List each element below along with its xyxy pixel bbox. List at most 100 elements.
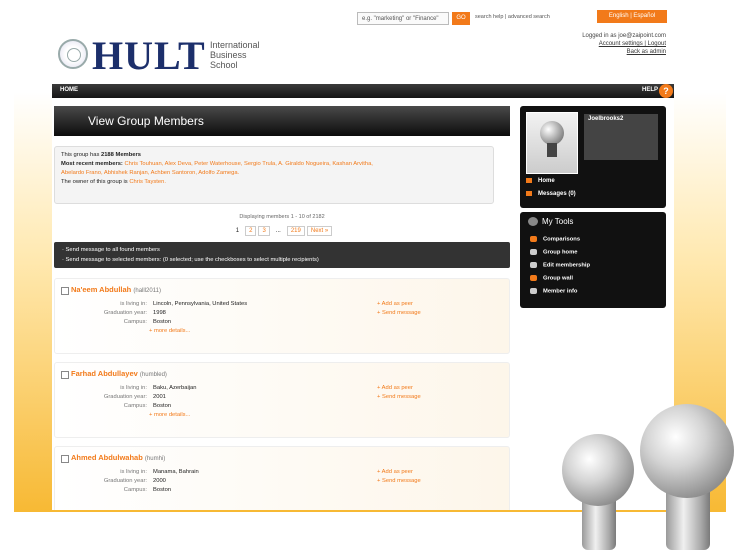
send-message-link[interactable]: + Send message <box>377 394 421 400</box>
page-last[interactable]: 219 <box>286 226 305 236</box>
member-name[interactable]: Farhad Abdullayev (humbled) <box>71 369 167 378</box>
add-peer-link[interactable]: + Add as peer <box>377 469 413 475</box>
label-campus: Campus: <box>123 403 147 409</box>
member-card: Farhad Abdullayev (humbled) is living in… <box>54 362 510 438</box>
member-location: Manama, Bahrain <box>153 469 199 475</box>
page-title: View Group Members <box>88 114 204 128</box>
member-campus: Boston <box>153 403 172 409</box>
lightbulb-small-icon <box>562 434 634 506</box>
tool-member-info[interactable]: Member info <box>530 288 577 295</box>
send-message-link[interactable]: + Send message <box>377 310 421 316</box>
school-seal-icon <box>58 39 88 69</box>
main-content: View Group Members This group has 2188 M… <box>54 106 510 510</box>
label-living: is living in: <box>120 301 147 307</box>
pagination: 1 2 3... 219 Next » <box>54 226 510 236</box>
logo-wordmark[interactable]: HULT <box>92 32 206 79</box>
member-checkbox[interactable] <box>61 287 69 295</box>
label-campus: Campus: <box>123 319 147 325</box>
member-name-text[interactable]: Farhad Abdullayev <box>71 369 138 378</box>
member-checkbox[interactable] <box>61 455 69 463</box>
my-tools-title-text: My Tools <box>542 217 574 226</box>
logo-line: School <box>210 60 238 70</box>
avatar[interactable] <box>526 112 578 174</box>
recent-members-links[interactable]: Abelardo Frano, Abhishek Ranjan, Achben … <box>61 170 239 176</box>
back-as-admin-link[interactable]: Back as admin <box>582 48 666 56</box>
label-grad: Graduation year: <box>103 310 147 316</box>
search-help-links[interactable]: search help | advanced search <box>475 14 550 20</box>
add-peer-link[interactable]: + Add as peer <box>377 385 413 391</box>
tool-label: Member info <box>543 288 578 295</box>
screenshot-frame: e.g. "marketing" or "Finance" GO search … <box>52 0 674 510</box>
profile-username[interactable]: Joelbrooks2 <box>584 114 658 160</box>
member-name-text[interactable]: Ahmed Abdulwahab <box>71 453 143 462</box>
member-card: Ahmed Abdulwahab (humhi) is living in: M… <box>54 446 510 510</box>
profile-home-link[interactable]: Home <box>526 178 555 184</box>
more-details-link[interactable]: + more details... <box>149 412 190 418</box>
tool-label: Comparisons <box>543 236 581 243</box>
my-tools-panel: My Tools Comparisons Group home Edit mem… <box>520 212 666 308</box>
displaying-text: Displaying members 1 - 10 of 2182 <box>239 214 325 220</box>
pencil-icon <box>530 262 537 268</box>
send-all-link[interactable]: · Send message to all found members <box>62 245 502 255</box>
nav-help[interactable]: HELP <box>642 87 658 93</box>
search-go-button[interactable]: GO <box>452 12 470 25</box>
label-campus: Campus: <box>123 487 147 493</box>
recent-members-links[interactable]: Chris Touhuan, Alex Deva, Peter Waterhou… <box>124 161 372 167</box>
member-grad-year: 2000 <box>153 478 166 484</box>
logo-line: Business <box>210 50 247 60</box>
member-handle: (humhi) <box>144 456 166 462</box>
members-prefix: This group has <box>61 152 100 158</box>
comparisons-icon <box>530 236 537 242</box>
main-nav: HOME HELP ? <box>52 84 674 98</box>
tool-group-wall[interactable]: Group wall <box>530 275 573 282</box>
tool-label: Group wall <box>543 275 573 282</box>
logo-line: International <box>210 40 260 50</box>
page-ellipsis: ... <box>271 226 285 236</box>
tool-edit-membership[interactable]: Edit membership <box>530 262 590 269</box>
member-card: Na'eem Abdullah (halll2011) is living in… <box>54 278 510 354</box>
group-info-box: This group has 2188 Members Most recent … <box>54 146 494 204</box>
label-grad: Graduation year: <box>103 478 147 484</box>
send-selected-link[interactable]: · Send message to selected members: (0 s… <box>62 255 502 265</box>
language-switch[interactable]: English | Español <box>597 10 667 23</box>
member-name[interactable]: Ahmed Abdulwahab (humhi) <box>71 453 165 462</box>
lightbulb-icon <box>540 121 564 157</box>
member-location: Lincoln, Pennsylvania, United States <box>153 301 248 307</box>
page-3[interactable]: 3 <box>258 226 270 236</box>
tool-comparisons[interactable]: Comparisons <box>530 236 580 243</box>
member-name-text[interactable]: Na'eem Abdullah <box>71 285 131 294</box>
lightbulb-large-icon <box>640 404 734 498</box>
logged-in-text: Logged in as joe@zaipoint.com <box>582 33 666 39</box>
member-checkbox[interactable] <box>61 371 69 379</box>
page-1[interactable]: 1 <box>231 226 244 236</box>
member-location: Baku, Azerbaijan <box>153 385 197 391</box>
bulk-actions-bar: · Send message to all found members · Se… <box>54 242 510 268</box>
member-grad-year: 1998 <box>153 310 166 316</box>
add-peer-link[interactable]: + Add as peer <box>377 301 413 307</box>
more-details-link[interactable]: + more details... <box>149 328 190 334</box>
member-grad-year: 2001 <box>153 394 166 400</box>
help-icon[interactable]: ? <box>659 84 673 98</box>
profile-messages-link[interactable]: Messages (0) <box>526 191 576 197</box>
my-tools-title: My Tools <box>528 217 574 227</box>
label-living: is living in: <box>120 385 147 391</box>
profile-home-label: Home <box>538 178 555 185</box>
search-input[interactable]: e.g. "marketing" or "Finance" <box>357 12 449 25</box>
group-icon <box>530 249 537 255</box>
member-campus: Boston <box>153 319 172 325</box>
member-handle: (halll2011) <box>133 288 161 294</box>
tool-group-home[interactable]: Group home <box>530 249 577 256</box>
page-next[interactable]: Next » <box>306 226 333 236</box>
page-title-bar: View Group Members <box>54 106 510 136</box>
member-name[interactable]: Na'eem Abdullah (halll2011) <box>71 285 161 294</box>
logo-subtitle: International Business School <box>210 40 260 70</box>
page-2[interactable]: 2 <box>245 226 257 236</box>
member-campus: Boston <box>153 487 172 493</box>
member-handle: (humbled) <box>139 372 167 378</box>
account-links[interactable]: Account settings | Logout <box>582 40 666 48</box>
owner-prefix: The owner of this group is <box>61 179 128 185</box>
owner-link[interactable]: Chris Taysten. <box>129 179 166 185</box>
profile-panel: Joelbrooks2 Home Messages (0) <box>520 106 666 208</box>
send-message-link[interactable]: + Send message <box>377 478 421 484</box>
nav-home[interactable]: HOME <box>60 87 78 93</box>
